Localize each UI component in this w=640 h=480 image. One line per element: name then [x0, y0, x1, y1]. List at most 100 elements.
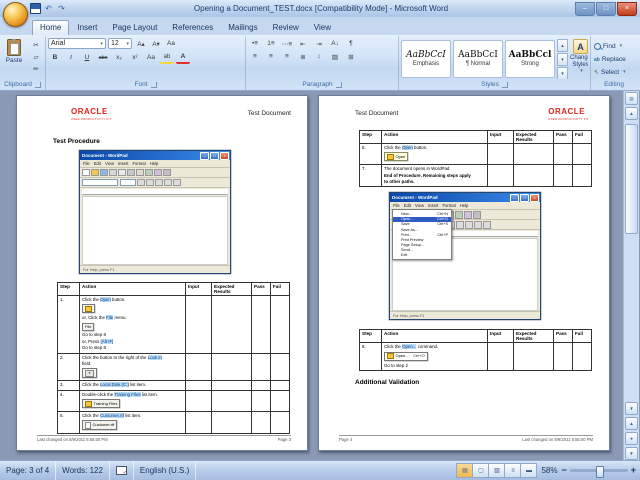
underline-button[interactable]: U — [80, 52, 94, 63]
select-button[interactable]: Select▾ — [593, 66, 635, 78]
change-styles-button[interactable]: A Change Styles ▾ — [570, 39, 588, 74]
format-icon — [474, 221, 482, 229]
superscript-button[interactable]: x² — [128, 52, 142, 63]
font-group: Arial ▾ 12 ▾ A▴ A▾ Aa B I Uabc x₂ x² Aa ab A Font — [46, 36, 246, 90]
vertical-scrollbar: ▤ ▲ ▼ ▲ ● ▼ — [623, 91, 639, 461]
text-highlight-button[interactable]: ab — [160, 51, 174, 64]
show-hide-button[interactable]: ¶ — [344, 38, 358, 49]
save-button[interactable] — [30, 3, 41, 15]
table-row: 5. Click the Customer.rtf list item. Custo… — [57, 410, 290, 435]
gallery-more-icon[interactable]: ▾ — [557, 67, 568, 79]
style-name: Strong — [521, 61, 539, 67]
tab-mailings[interactable]: Mailings — [221, 21, 264, 35]
word-count-indicator[interactable]: Words: 122 — [56, 461, 110, 480]
column-header: Step — [359, 130, 382, 144]
paste-button[interactable]: Paste — [2, 38, 26, 64]
strikethrough-button[interactable]: abc — [96, 52, 110, 63]
gallery-up-icon[interactable]: ▴ — [557, 39, 568, 52]
office-button[interactable] — [3, 2, 28, 27]
subscript-button[interactable]: x₂ — [112, 52, 126, 63]
oracle-brand-subtext: USER PRODUCTIVITY KIT — [548, 117, 589, 121]
align-right-button[interactable]: ≡ — [280, 51, 294, 62]
zoom-out-button[interactable]: − — [561, 466, 566, 475]
undo-button[interactable]: ↶ — [43, 3, 54, 15]
ruler-toggle-button[interactable]: ▤ — [625, 92, 638, 105]
scrollbar-thumb[interactable] — [625, 124, 638, 234]
borders-button[interactable]: ⊞ — [344, 51, 358, 62]
line-spacing-button[interactable]: ↕ — [312, 51, 326, 62]
align-left-button[interactable]: ≡ — [248, 51, 262, 62]
draft-view-button[interactable]: ▬ — [520, 463, 538, 478]
grow-font-button[interactable]: A▴ — [134, 38, 148, 49]
outline-view-button[interactable]: ≡ — [504, 463, 522, 478]
font-size-combo[interactable]: 12 ▾ — [108, 38, 132, 49]
ui-element-chip — [82, 368, 97, 379]
language-indicator[interactable]: English (U.S.) — [134, 461, 197, 480]
numbering-button[interactable]: 1≡ — [264, 38, 278, 49]
expected-results-cell — [211, 410, 252, 435]
next-page-button[interactable]: ▼ — [625, 447, 638, 460]
style-strong[interactable]: AaBbCcl Strong — [505, 40, 555, 78]
tab-review[interactable]: Review — [266, 21, 306, 35]
page-4[interactable]: Test Document ORACLE USER PRODUCTIVITY KIT… — [318, 95, 610, 451]
decrease-indent-button[interactable]: ⇤ — [296, 38, 310, 49]
bullets-button[interactable]: •≡ — [248, 38, 262, 49]
column-header: Action — [381, 329, 488, 344]
multilevel-list-button[interactable]: ⋯≡ — [280, 38, 294, 49]
dialog-launcher-icon[interactable] — [34, 81, 41, 88]
full-screen-reading-view-button[interactable]: ▢ — [472, 463, 490, 478]
page-number-indicator[interactable]: Page: 3 of 4 — [0, 461, 57, 480]
tab-references[interactable]: References — [165, 21, 220, 35]
copy-button[interactable]: ▱ — [29, 51, 43, 62]
doc-icon — [85, 421, 91, 429]
tab-view[interactable]: View — [307, 21, 338, 35]
italic-button[interactable]: I — [64, 52, 78, 63]
page-3[interactable]: ORACLE USER PRODUCTIVITY KIT Test Document… — [16, 95, 308, 451]
zoom-level-button[interactable]: 58% — [541, 466, 557, 475]
redo-button[interactable]: ↷ — [56, 3, 67, 15]
find-button[interactable]: Find ▾ — [593, 40, 635, 52]
bold-button[interactable]: B — [48, 52, 62, 63]
justify-button[interactable]: ≣ — [296, 51, 310, 62]
minimize-button[interactable]: – — [575, 1, 595, 16]
proofing-status-button[interactable] — [110, 461, 134, 480]
close-button[interactable]: × — [617, 1, 637, 16]
cut-button[interactable]: ✂ — [29, 39, 43, 50]
style-normal[interactable]: AaBbCcI ¶ Normal — [453, 40, 503, 78]
change-case-button[interactable]: Aa — [144, 52, 158, 63]
zoom-slider-track[interactable] — [569, 465, 628, 478]
print-layout-view-button[interactable]: ▤ — [456, 463, 474, 478]
wordpad-maximize-icon: □ — [210, 151, 219, 160]
shading-button[interactable]: ▨ — [328, 51, 342, 62]
zoom-in-button[interactable]: + — [631, 466, 636, 475]
wordpad-font-combo — [82, 178, 118, 187]
scrollbar-track[interactable] — [624, 121, 639, 401]
clear-formatting-button[interactable]: Aa — [164, 38, 178, 49]
align-center-button[interactable]: ≡ — [264, 51, 278, 62]
gallery-down-icon[interactable]: ▾ — [557, 53, 568, 66]
tab-insert[interactable]: Insert — [70, 21, 104, 35]
web-layout-view-button[interactable]: ▧ — [488, 463, 506, 478]
zoom-slider-thumb[interactable] — [595, 465, 604, 478]
dialog-launcher-icon[interactable] — [501, 81, 508, 88]
tab-home[interactable]: Home — [32, 20, 70, 35]
wordpad-document-area — [82, 196, 228, 265]
replace-button[interactable]: Replace — [593, 53, 635, 65]
select-browse-object-button[interactable]: ● — [625, 432, 638, 445]
previous-page-button[interactable]: ▲ — [625, 417, 638, 430]
font-family-combo[interactable]: Arial ▾ — [48, 38, 106, 49]
shrink-font-button[interactable]: A▾ — [149, 38, 163, 49]
maximize-button[interactable]: □ — [596, 1, 616, 16]
column-header: Pass — [553, 130, 573, 144]
toolbar-icon — [118, 168, 126, 177]
tab-page-layout[interactable]: Page Layout — [105, 21, 164, 35]
scroll-up-button[interactable]: ▲ — [625, 107, 638, 120]
sort-button[interactable]: A↓ — [328, 38, 342, 49]
dialog-launcher-icon[interactable] — [335, 81, 342, 88]
font-color-button[interactable]: A — [176, 51, 190, 64]
scroll-down-button[interactable]: ▼ — [625, 402, 638, 415]
increase-indent-button[interactable]: ⇥ — [312, 38, 326, 49]
style-emphasis[interactable]: AaBbCcI Emphasis — [401, 40, 451, 78]
format-painter-button[interactable]: ✏ — [29, 63, 43, 74]
dialog-launcher-icon[interactable] — [150, 81, 157, 88]
